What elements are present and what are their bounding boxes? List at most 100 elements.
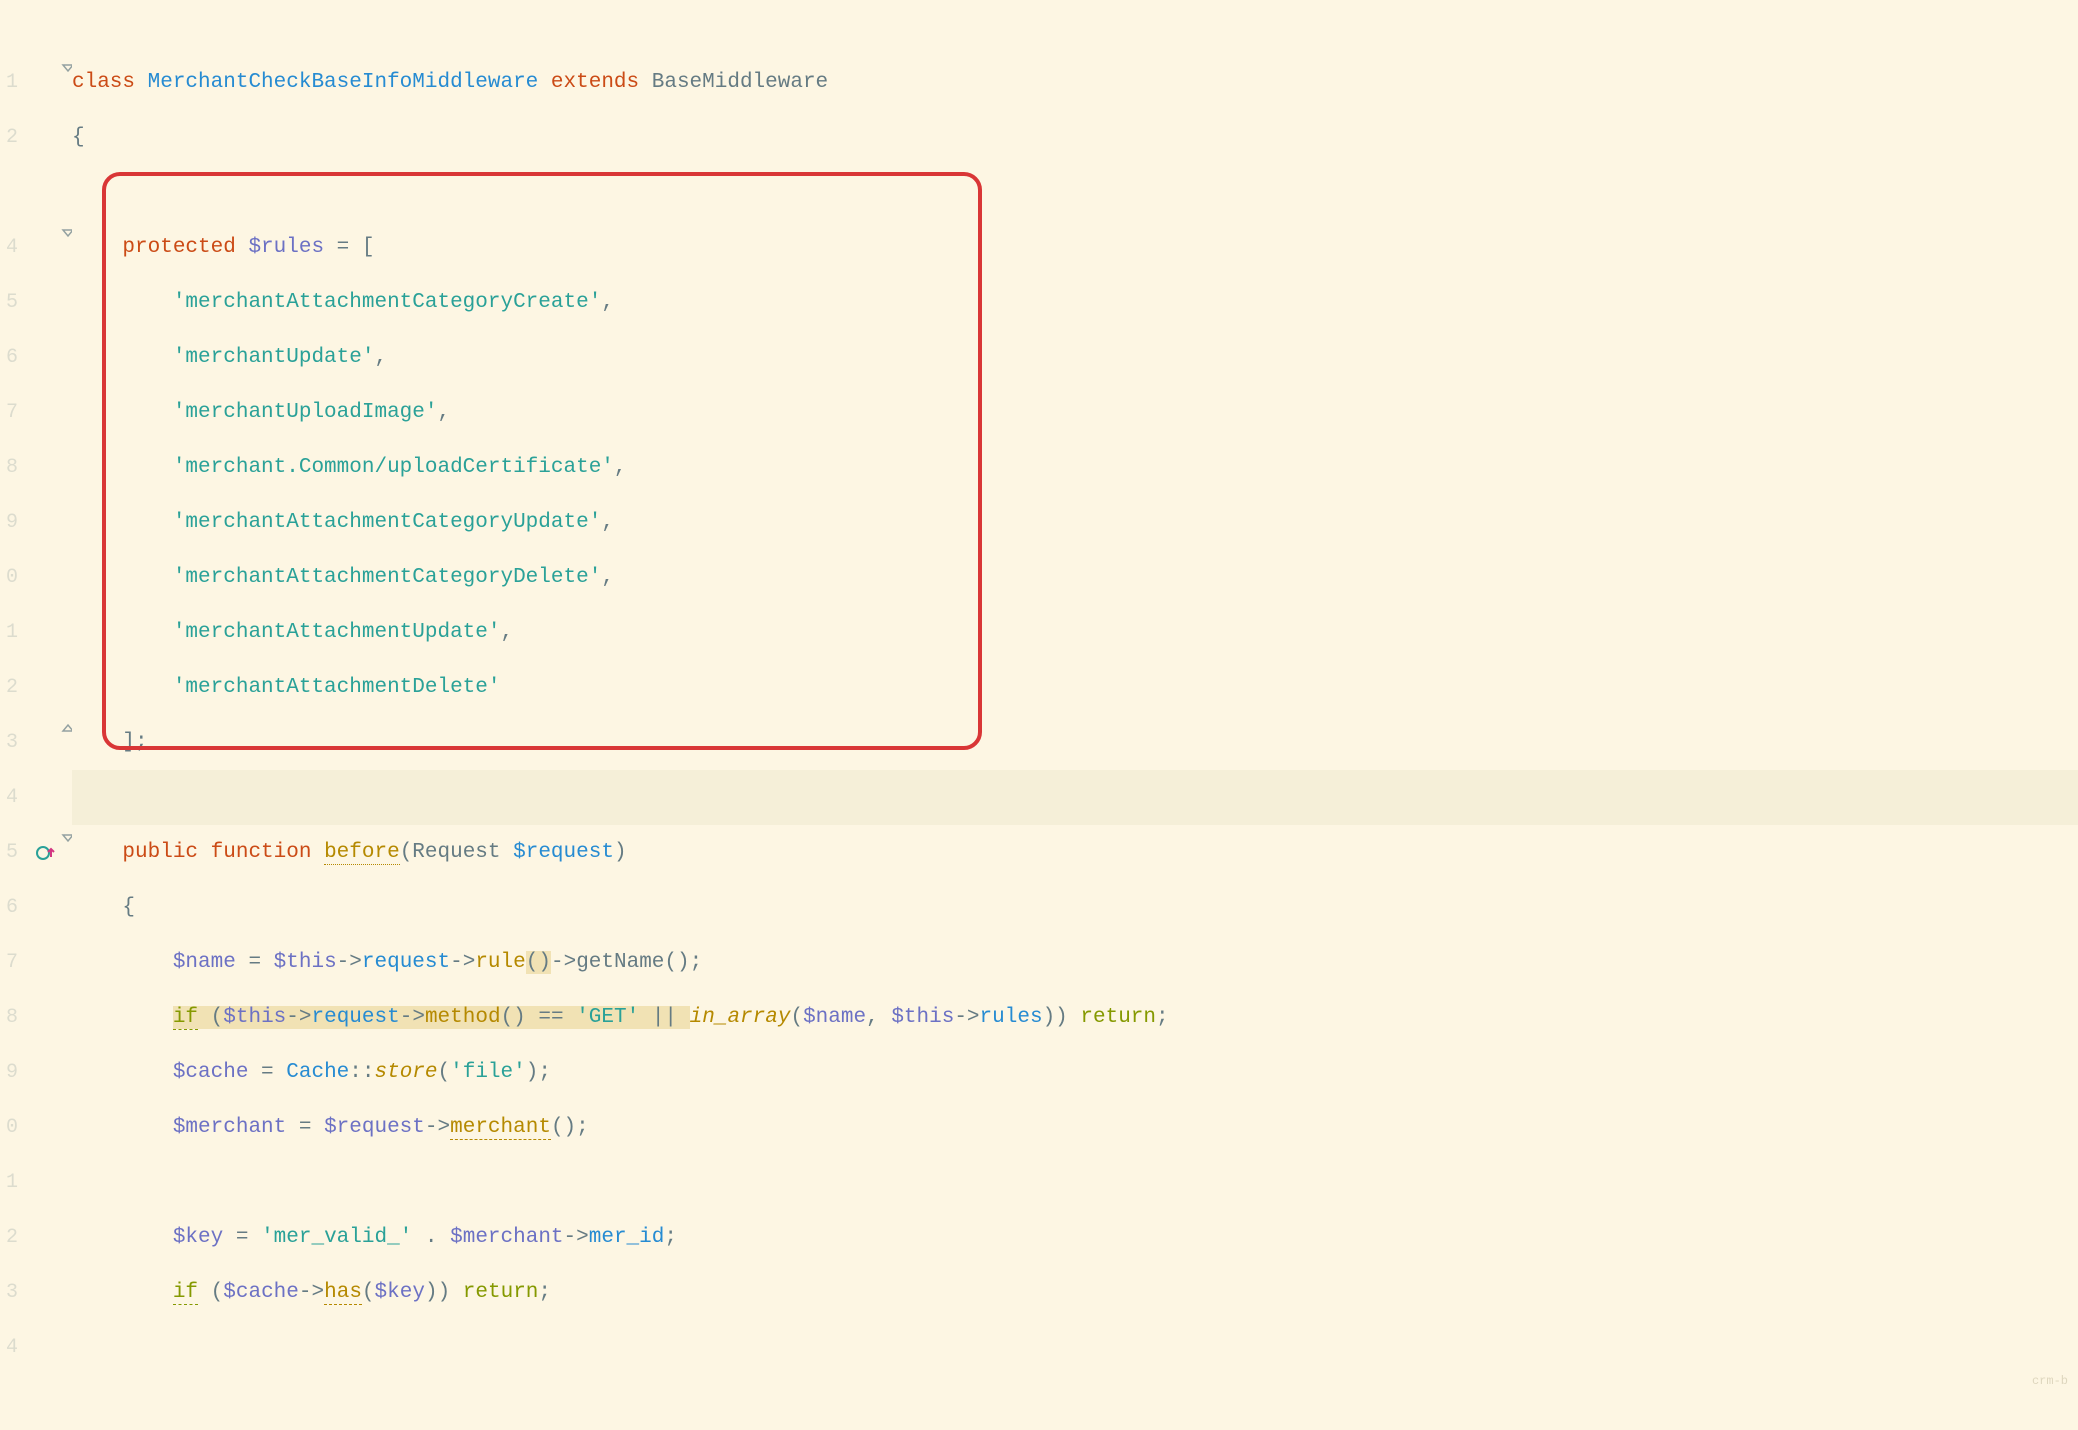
code-line: public function before(Request $request) — [72, 825, 2078, 880]
class-keyword: class — [72, 71, 148, 94]
line-number: 5 — [0, 275, 18, 330]
class-ref: Cache — [286, 1061, 349, 1084]
this-var: $this — [891, 1006, 954, 1029]
line-number: 6 — [0, 880, 18, 935]
line-number: 9 — [0, 1045, 18, 1100]
line-number: 0 — [0, 1100, 18, 1155]
line-number — [0, 165, 18, 220]
parameter: $request — [513, 841, 614, 864]
code-line: $merchant = $request->merchant(); — [72, 1100, 2078, 1155]
extends-keyword: extends — [551, 71, 652, 94]
variable: $request — [324, 1116, 425, 1139]
property: mer_id — [589, 1226, 665, 1249]
code-line — [72, 0, 2078, 55]
variable: $key — [375, 1281, 425, 1304]
string-literal: 'merchantUpdate' — [173, 346, 375, 369]
code-line: 'merchantAttachmentCategoryUpdate', — [72, 495, 2078, 550]
variable: $cache — [223, 1281, 299, 1304]
line-number — [0, 0, 18, 55]
this-var: $this — [223, 1006, 286, 1029]
builtin-fn: in_array — [690, 1006, 791, 1029]
protected-keyword: protected — [122, 236, 248, 259]
line-number: 3 — [0, 715, 18, 770]
class-name: MerchantCheckBaseInfoMiddleware — [148, 71, 539, 94]
code-line: 'merchantUpdate', — [72, 330, 2078, 385]
if-keyword: if — [173, 1006, 198, 1030]
string-literal: 'merchantAttachmentUpdate' — [173, 621, 501, 644]
variable: $merchant — [450, 1226, 563, 1249]
code-line: 'merchant.Common/uploadCertificate', — [72, 440, 2078, 495]
this-var: $this — [274, 951, 337, 974]
variable: $merchant — [173, 1116, 286, 1139]
method-call: has — [324, 1281, 362, 1305]
gutter: 1 2 4 5 6 7 8 9 0 1 2 3 4 5 6 7 8 9 0 1 … — [0, 0, 72, 1398]
code-line: if ($this->request->method() == 'GET' ||… — [72, 990, 2078, 1045]
code-line: $name = $this->request->rule()->getName(… — [72, 935, 2078, 990]
code-line: { — [72, 110, 2078, 165]
code-line — [72, 165, 2078, 220]
line-number: 6 — [0, 330, 18, 385]
code-line: class MerchantCheckBaseInfoMiddleware ex… — [72, 55, 2078, 110]
variable: $key — [173, 1226, 223, 1249]
function-keyword: function — [211, 841, 324, 864]
code-line-current — [72, 770, 2078, 825]
rules-var: $rules — [248, 236, 324, 259]
code-line: $key = 'mer_valid_' . $merchant->mer_id; — [72, 1210, 2078, 1265]
variable: $name — [173, 951, 236, 974]
line-number: 0 — [0, 550, 18, 605]
string-literal: 'merchantUploadImage' — [173, 401, 438, 424]
method-call: getName — [576, 951, 664, 974]
line-number: 8 — [0, 440, 18, 495]
string-literal: 'merchantAttachmentCategoryUpdate' — [173, 511, 601, 534]
code-editor: 1 2 4 5 6 7 8 9 0 1 2 3 4 5 6 7 8 9 0 1 … — [0, 0, 2078, 1398]
watermark: crm-b — [2032, 1374, 2068, 1388]
string-literal: 'merchantAttachmentCategoryCreate' — [173, 291, 601, 314]
line-number: 3 — [0, 1265, 18, 1320]
line-number: 7 — [0, 935, 18, 990]
method-call: merchant — [450, 1116, 551, 1140]
type-hint: Request — [412, 841, 513, 864]
line-numbers: 1 2 4 5 6 7 8 9 0 1 2 3 4 5 6 7 8 9 0 1 … — [0, 0, 18, 1398]
code-line: 'merchantAttachmentDelete' — [72, 660, 2078, 715]
function-name: before — [324, 841, 400, 865]
code-line — [72, 1155, 2078, 1210]
line-number: 2 — [0, 660, 18, 715]
string-literal: 'GET' — [576, 1006, 639, 1029]
string-literal: 'merchantAttachmentDelete' — [173, 676, 501, 699]
string-literal: 'file' — [450, 1061, 526, 1084]
line-number: 7 — [0, 385, 18, 440]
line-number: 5 — [0, 825, 18, 880]
line-number: 1 — [0, 1155, 18, 1210]
gutter-icons — [18, 0, 72, 1398]
return-keyword: return — [1080, 1006, 1156, 1029]
line-number: 2 — [0, 110, 18, 165]
line-number: 2 — [0, 1210, 18, 1265]
code-line — [72, 1320, 2078, 1375]
property: request — [362, 951, 450, 974]
string-literal: 'mer_valid_' — [261, 1226, 412, 1249]
code-line: 'merchantAttachmentCategoryCreate', — [72, 275, 2078, 330]
code-line: $cache = Cache::store('file'); — [72, 1045, 2078, 1100]
code-line: 'merchantUploadImage', — [72, 385, 2078, 440]
code-line: { — [72, 880, 2078, 935]
line-number: 4 — [0, 770, 18, 825]
line-number: 4 — [0, 1320, 18, 1375]
line-number: 1 — [0, 55, 18, 110]
public-keyword: public — [122, 841, 210, 864]
string-literal: 'merchantAttachmentCategoryDelete' — [173, 566, 601, 589]
property: rules — [980, 1006, 1043, 1029]
method-call: store — [375, 1061, 438, 1084]
line-number — [0, 1375, 18, 1430]
line-number: 8 — [0, 990, 18, 1045]
variable: $cache — [173, 1061, 249, 1084]
line-number: 1 — [0, 605, 18, 660]
base-class-name: BaseMiddleware — [652, 71, 828, 94]
method-call: rule — [475, 951, 525, 974]
code-line: if ($cache->has($key)) return; — [72, 1265, 2078, 1320]
variable: $name — [803, 1006, 866, 1029]
code-line: protected $rules = [ — [72, 220, 2078, 275]
line-number: 9 — [0, 495, 18, 550]
return-keyword: return — [463, 1281, 539, 1304]
code-area[interactable]: class MerchantCheckBaseInfoMiddleware ex… — [72, 0, 2078, 1398]
property: request — [312, 1006, 400, 1029]
